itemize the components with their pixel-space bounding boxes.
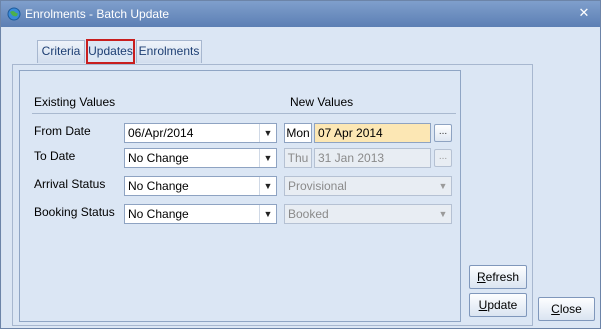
arrival-status-existing-value: No Change (128, 179, 189, 193)
new-values-header: New Values (290, 95, 354, 109)
tab-enrolments[interactable]: Enrolments (136, 40, 202, 63)
booking-status-new-combo[interactable]: Booked ▼ (284, 204, 452, 224)
header-divider (32, 113, 456, 114)
from-date-new-day: Mon (284, 123, 312, 143)
from-date-label: From Date (34, 124, 91, 138)
updates-group: Existing Values New Values From Date 06/… (19, 70, 461, 322)
tab-updates[interactable]: Updates (86, 39, 135, 64)
to-date-new-input[interactable]: 31 Jan 2013 (314, 148, 431, 168)
update-button[interactable]: Update (469, 293, 527, 317)
globe-icon (7, 7, 21, 21)
chevron-down-icon[interactable]: ▼ (434, 177, 451, 195)
booking-status-label: Booking Status (34, 205, 115, 219)
chevron-down-icon[interactable]: ▼ (259, 149, 276, 167)
from-date-existing-combo[interactable]: 06/Apr/2014 ▼ (124, 123, 277, 143)
window-title: Enrolments - Batch Update (25, 7, 170, 21)
to-date-new-day: Thu (284, 148, 312, 168)
from-date-picker-button[interactable]: ... (434, 124, 452, 142)
close-mnemonic: C (551, 302, 560, 316)
booking-status-existing-combo[interactable]: No Change ▼ (124, 204, 277, 224)
to-date-picker-button[interactable]: ... (434, 149, 452, 167)
to-date-existing-value: No Change (128, 151, 189, 165)
client-area: Criteria Updates Enrolments Existing Val… (2, 27, 600, 328)
arrival-status-new-value: Provisional (288, 179, 347, 193)
chevron-down-icon[interactable]: ▼ (259, 124, 276, 142)
refresh-mnemonic: R (476, 270, 486, 284)
close-button[interactable]: Close (538, 297, 595, 321)
booking-status-new-value: Booked (288, 207, 329, 221)
booking-status-existing-value: No Change (128, 207, 189, 221)
to-date-existing-combo[interactable]: No Change ▼ (124, 148, 277, 168)
from-date-existing-value: 06/Apr/2014 (128, 126, 194, 140)
chevron-down-icon[interactable]: ▼ (259, 177, 276, 195)
arrival-status-existing-combo[interactable]: No Change ▼ (124, 176, 277, 196)
arrival-status-label: Arrival Status (34, 177, 106, 191)
to-date-label: To Date (34, 149, 76, 163)
refresh-label: efresh (485, 270, 520, 284)
chevron-down-icon[interactable]: ▼ (259, 205, 276, 223)
window-close-icon[interactable]: ✕ (576, 5, 592, 21)
title-bar: Enrolments - Batch Update ✕ (1, 1, 600, 27)
update-label: pdate (487, 298, 518, 312)
arrival-status-new-combo[interactable]: Provisional ▼ (284, 176, 452, 196)
existing-values-header: Existing Values (34, 95, 116, 109)
update-mnemonic: U (478, 298, 488, 312)
tab-criteria[interactable]: Criteria (37, 40, 85, 63)
chevron-down-icon[interactable]: ▼ (434, 205, 451, 223)
batch-update-window: Enrolments - Batch Update ✕ Criteria Upd… (0, 0, 601, 329)
refresh-button[interactable]: Refresh (469, 265, 527, 289)
from-date-new-input[interactable]: 07 Apr 2014 (314, 123, 431, 143)
close-label: lose (559, 302, 582, 316)
updates-panel: Existing Values New Values From Date 06/… (12, 64, 533, 326)
